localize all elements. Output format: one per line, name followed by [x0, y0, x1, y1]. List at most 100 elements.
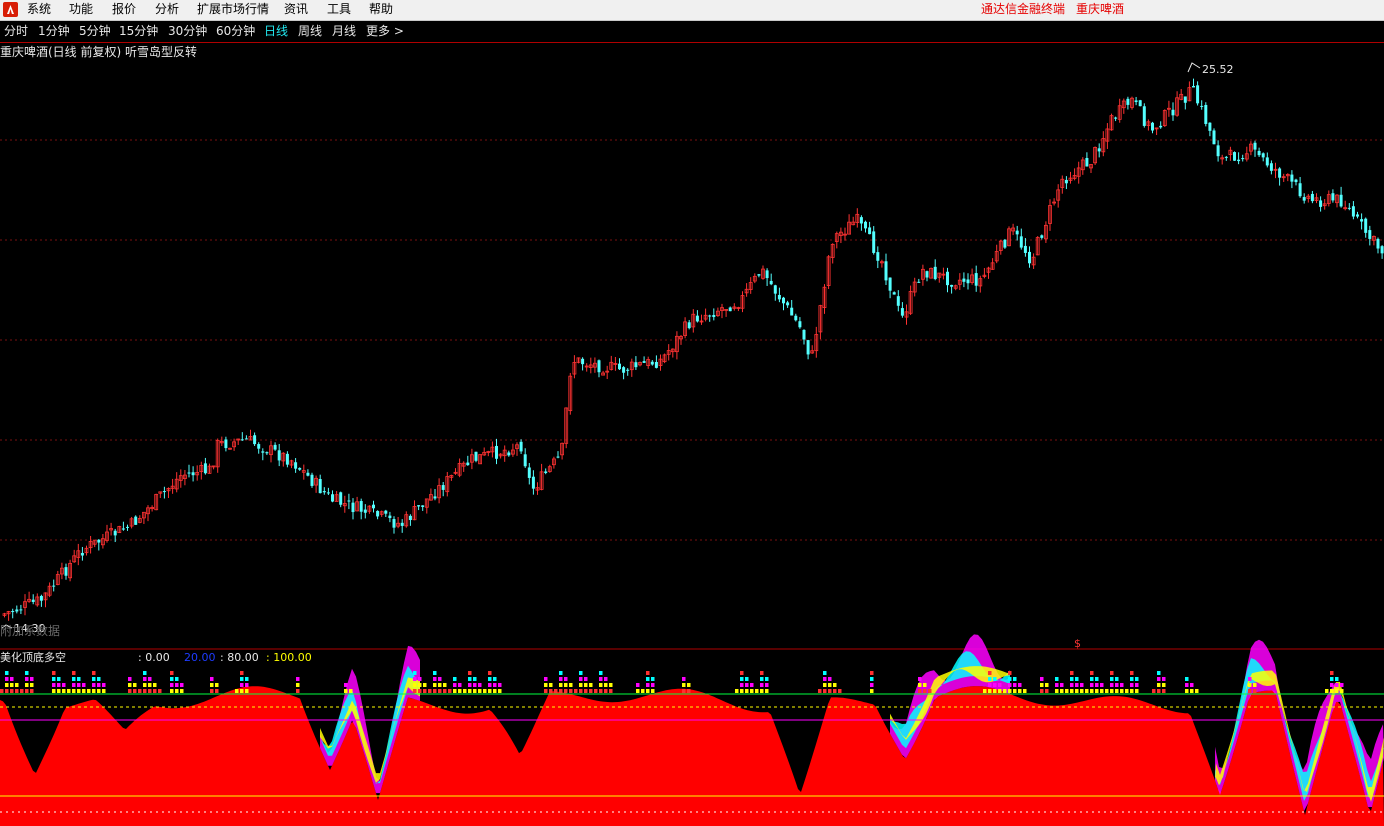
- candle-body: [556, 456, 560, 458]
- candle-body: [962, 278, 966, 282]
- signal-dot: [993, 683, 997, 687]
- signal-dot: [468, 683, 472, 687]
- signal-dot: [1095, 677, 1099, 681]
- signal-dot: [15, 689, 19, 693]
- signal-dot: [170, 677, 174, 681]
- candle-body: [224, 439, 228, 449]
- candle-body: [31, 599, 35, 602]
- signal-dot: [584, 677, 588, 681]
- signal-dot: [823, 683, 827, 687]
- signal-dot: [143, 677, 147, 681]
- indicator-name: 美化顶底多空: [0, 651, 66, 664]
- candle-body: [1097, 148, 1101, 152]
- signal-dot: [1090, 677, 1094, 681]
- candle-body: [892, 292, 896, 295]
- signal-dot: [1013, 689, 1017, 693]
- signal-dot: [62, 683, 66, 687]
- candle-body: [728, 307, 732, 312]
- signal-dot: [148, 689, 152, 693]
- signal-dot: [52, 677, 56, 681]
- signal-dot: [740, 677, 744, 681]
- signal-dot: [453, 683, 457, 687]
- signal-dot: [1330, 671, 1334, 675]
- signal-dot: [52, 689, 56, 693]
- candle-body: [359, 501, 363, 512]
- candle-body: [687, 322, 691, 329]
- signal-dot: [413, 677, 417, 681]
- signal-dot: [87, 689, 91, 693]
- signal-dot: [599, 689, 603, 693]
- signal-dot: [1100, 683, 1104, 687]
- candlestick-chart[interactable]: 25.5214.30$: [0, 0, 1384, 826]
- signal-dot: [493, 689, 497, 693]
- signal-dot: [235, 689, 239, 693]
- signal-dot: [1100, 689, 1104, 693]
- signal-dot: [10, 677, 14, 681]
- signal-dot: [92, 689, 96, 693]
- signal-dot: [988, 671, 992, 675]
- signal-dot: [1115, 683, 1119, 687]
- signal-dot: [5, 689, 9, 693]
- signal-dot: [1023, 689, 1027, 693]
- signal-dot: [833, 683, 837, 687]
- candle-body: [113, 530, 117, 536]
- candle-body: [495, 445, 498, 459]
- signal-dot: [10, 683, 14, 687]
- signal-dot: [175, 677, 179, 681]
- candle-body: [876, 252, 880, 261]
- signal-dot: [1253, 683, 1257, 687]
- signal-dot: [153, 683, 157, 687]
- candle-body: [253, 435, 257, 445]
- signal-dot: [1335, 683, 1339, 687]
- signal-dot: [1162, 683, 1166, 687]
- signal-dot: [1330, 683, 1334, 687]
- signal-dot: [993, 689, 997, 693]
- candle-body: [1138, 100, 1142, 107]
- signal-dot: [453, 677, 457, 681]
- candle-body: [466, 462, 470, 466]
- signal-dot: [651, 689, 655, 693]
- signal-dot: [143, 683, 147, 687]
- candle-body: [1192, 85, 1195, 88]
- signal-dot: [544, 677, 548, 681]
- signal-dot: [745, 677, 749, 681]
- candle-body: [1298, 183, 1302, 197]
- signal-dot: [574, 689, 578, 693]
- signal-dot: [1135, 689, 1139, 693]
- signal-dot: [745, 683, 749, 687]
- candle-body: [1294, 179, 1298, 183]
- candle-body: [786, 302, 790, 306]
- candle-body: [1261, 153, 1265, 158]
- signal-dot: [584, 683, 588, 687]
- candle-body: [1126, 98, 1130, 105]
- candle-body: [519, 441, 523, 452]
- indicator-value-0: : 0.00: [138, 651, 170, 664]
- signal-dot: [554, 689, 558, 693]
- signal-dot: [750, 689, 754, 693]
- signal-dot: [923, 683, 927, 687]
- signal-dot: [240, 683, 244, 687]
- signal-dot: [240, 671, 244, 675]
- signal-dot: [1120, 689, 1124, 693]
- signal-dot: [870, 677, 874, 681]
- candle-body: [376, 510, 380, 517]
- candle-body: [773, 285, 777, 294]
- candle-body: [1159, 125, 1163, 128]
- candle-body: [52, 585, 56, 587]
- signal-dot: [57, 677, 61, 681]
- signal-dot: [544, 683, 548, 687]
- candle-body: [933, 266, 937, 280]
- signal-dot: [62, 689, 66, 693]
- signal-dot: [682, 689, 686, 693]
- signal-dot: [1075, 683, 1079, 687]
- candle-body: [121, 528, 125, 530]
- signal-dot: [818, 689, 822, 693]
- candle-body: [294, 462, 298, 469]
- candle-body: [39, 595, 43, 601]
- signal-dot: [823, 677, 827, 681]
- candle-body: [326, 492, 330, 494]
- candle-body: [1237, 159, 1241, 162]
- candle-body: [1212, 130, 1216, 145]
- candle-body: [618, 363, 621, 370]
- candle-body: [1351, 206, 1355, 217]
